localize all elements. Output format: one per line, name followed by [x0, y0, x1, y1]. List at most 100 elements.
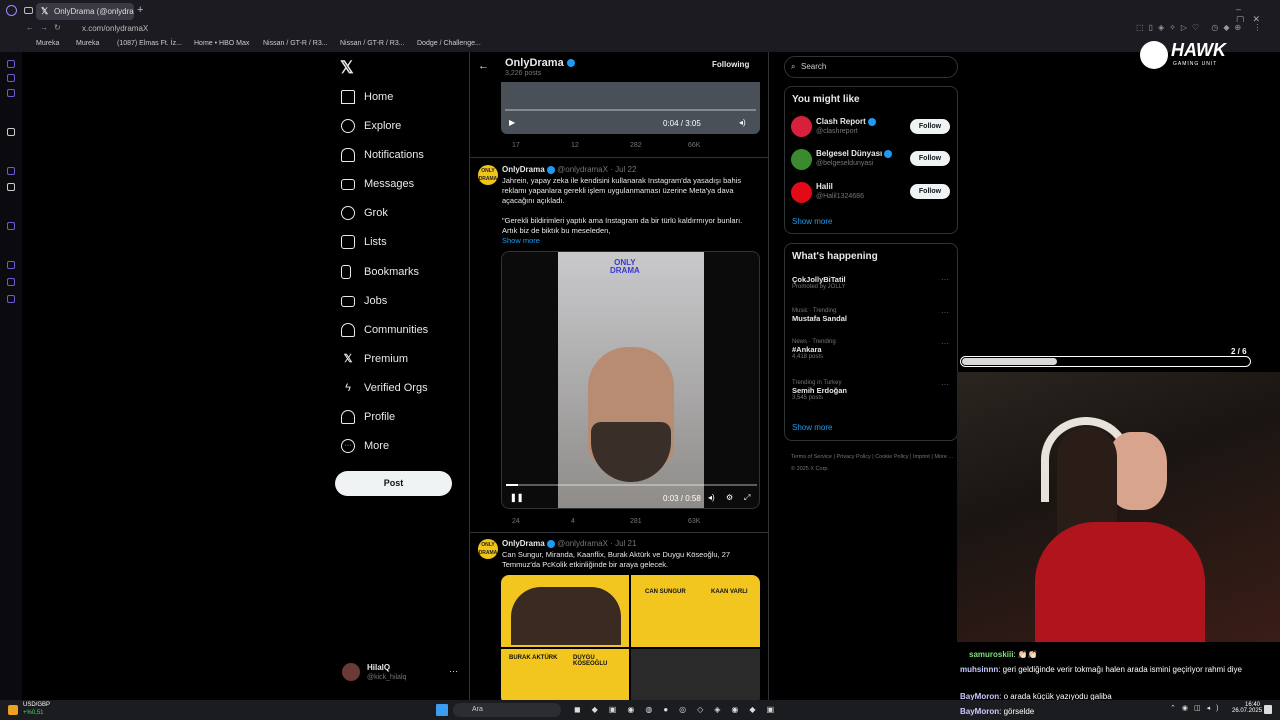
follow-button[interactable]: Follow [910, 119, 950, 134]
bookmark-item[interactable]: Mureka [76, 40, 99, 47]
sidebar-app-icon[interactable] [7, 295, 15, 303]
bookmark-item[interactable]: (1087) Elmas Ft. İz... [117, 40, 182, 47]
footer-link[interactable]: Privacy Policy [836, 454, 870, 460]
reply-count[interactable]: 24 [512, 518, 520, 525]
sidebar-app-icon[interactable] [7, 89, 15, 97]
image-tile[interactable]: BURAK AKTÜRK DUYGU KÖSEOĞLU [501, 649, 629, 700]
webcam-feed [957, 372, 1280, 642]
sidebar-app-icon[interactable] [7, 167, 15, 175]
trend-item[interactable]: Trending in Turkey Semih Erdoğan 3,545 p… [792, 380, 952, 401]
account-menu-icon[interactable]: ··· [449, 666, 458, 676]
repost-count[interactable]: 4 [571, 518, 575, 525]
sidebar-app-icon[interactable] [7, 60, 15, 68]
pause-icon[interactable]: ❚❚ [510, 493, 523, 502]
nav-explore[interactable]: Explore [341, 115, 401, 137]
start-icon[interactable] [436, 704, 448, 716]
nav-premium[interactable]: 𝕏 Premium [341, 348, 408, 370]
nav-bookmarks[interactable]: Bookmarks [341, 261, 419, 283]
bookmark-item[interactable]: Dodge / Challenge... [417, 40, 481, 47]
clock[interactable]: 16:40 26.07.2025 [1232, 702, 1262, 714]
image-grid[interactable]: CAN SUNGUR KAAN VARLI BURAK AKTÜRK DUYGU K… [501, 575, 760, 700]
footer-link[interactable]: Terms of Service [791, 454, 832, 460]
tab-overview-icon[interactable] [24, 7, 33, 14]
video-progress[interactable] [506, 484, 757, 486]
view-count[interactable]: 66K [688, 142, 700, 149]
sidebar-app-icon[interactable] [7, 261, 15, 269]
browser-logo-icon[interactable] [6, 5, 17, 16]
nav-jobs[interactable]: Jobs [341, 290, 387, 312]
bookmark-item[interactable]: Home • HBO Max [194, 40, 249, 47]
forward-icon[interactable]: → [40, 23, 48, 32]
tray-icons[interactable]: ⌃◉◫◂) [1170, 704, 1224, 712]
footer-link[interactable]: More ... [934, 454, 953, 460]
back-arrow-icon[interactable]: ← [478, 60, 489, 72]
trend-item[interactable]: ÇokJollyBiTatil Promoted by JOLLY [792, 275, 952, 290]
following-button[interactable]: Following [712, 60, 749, 69]
image-tile[interactable]: CAN SUNGUR KAAN VARLI [631, 575, 760, 647]
bookmark-item[interactable]: Nissan / GT-R / R3... [340, 40, 405, 47]
volume-icon[interactable]: ◂) [739, 118, 746, 127]
like-count[interactable]: 281 [630, 518, 642, 525]
volume-icon[interactable]: ◂) [708, 493, 715, 502]
nav-communities[interactable]: Communities [341, 319, 428, 341]
nav-profile[interactable]: Profile [341, 406, 395, 428]
play-icon[interactable]: ▶ [509, 118, 515, 127]
trend-menu-icon[interactable]: ··· [941, 380, 949, 389]
browser-toolbar-icons[interactable]: ⬚▯◈✧▷♡ ◷◆⊕ ⋮ [1136, 23, 1266, 32]
post-button[interactable]: Post [335, 471, 452, 496]
follow-button[interactable]: Follow [910, 151, 950, 166]
notification-icon[interactable] [1264, 705, 1272, 714]
nav-home[interactable]: Home [341, 86, 393, 108]
nav-grok[interactable]: Grok [341, 202, 388, 224]
trend-item[interactable]: News · Trending #Ankara 4,418 posts [792, 339, 952, 360]
chat-user: samuroskiii [969, 650, 1014, 659]
sidebar-app-icon[interactable] [7, 183, 15, 191]
view-count[interactable]: 63K [688, 518, 700, 525]
image-tile[interactable] [631, 649, 760, 700]
trend-item[interactable]: Music · Trending Mustafa Sandal [792, 308, 952, 323]
nav-more[interactable]: ··· More [341, 435, 389, 457]
repost-count[interactable]: 12 [571, 142, 579, 149]
sidebar-app-icon[interactable] [7, 74, 15, 82]
footer-link[interactable]: Cookie Policy [875, 454, 908, 460]
sidebar-app-icon[interactable] [7, 128, 15, 136]
reply-count[interactable]: 17 [512, 142, 520, 149]
trend-menu-icon[interactable]: ··· [941, 275, 949, 284]
account-handle: @kick_hilalq [367, 674, 407, 681]
nav-messages[interactable]: Messages [341, 173, 414, 195]
sidebar-app-icon[interactable] [7, 222, 15, 230]
follow-button[interactable]: Follow [910, 184, 950, 199]
like-count[interactable]: 282 [630, 142, 642, 149]
settings-icon[interactable]: ⚙ [726, 493, 733, 502]
account-switcher[interactable]: HilalQ @kick_hilalq ··· [342, 663, 462, 685]
fullscreen-icon[interactable]: ⤢ [744, 493, 750, 503]
sidebar-app-icon[interactable] [7, 278, 15, 286]
bookmark-item[interactable]: Mureka [36, 40, 59, 47]
show-more-link[interactable]: Show more [792, 217, 832, 226]
browser-tab[interactable]: 𝕏OnlyDrama (@onlydramaX [36, 3, 134, 20]
nav-notifications[interactable]: Notifications [341, 144, 424, 166]
show-more-link[interactable]: Show more [792, 423, 832, 432]
trend-menu-icon[interactable]: ··· [941, 308, 949, 317]
video-progress[interactable] [505, 109, 756, 111]
video-player[interactable]: ONLY DRAMA ❚❚ 0:03 / 0:58 ◂) ⚙ ⤢ [501, 251, 760, 509]
x-logo-icon[interactable]: 𝕏 [340, 58, 354, 78]
trend-menu-icon[interactable]: ··· [941, 339, 949, 348]
reload-icon[interactable]: ↻ [54, 23, 61, 32]
ticker-widget[interactable]: USD/GBP +%0,51 [8, 702, 58, 718]
show-more-link[interactable]: Show more [502, 236, 540, 245]
nav-lists[interactable]: Lists [341, 231, 387, 253]
nav-verified-orgs[interactable]: ϟ Verified Orgs [341, 377, 428, 399]
taskbar-apps[interactable]: ◼◆▣◉◍●◎◇◈◉◆▣ [574, 705, 785, 714]
new-tab-button[interactable]: + [137, 4, 143, 16]
search-input[interactable]: Search ⌕ [784, 56, 958, 78]
taskbar-search[interactable]: Ara [453, 703, 561, 717]
back-icon[interactable]: ← [26, 23, 34, 32]
video-player[interactable]: ▶ 0:04 / 3:05 ◂) [501, 82, 760, 134]
footer-link[interactable]: Imprint [913, 454, 930, 460]
bookmark-item[interactable]: Nissan / GT-R / R3... [263, 40, 328, 47]
bolt-icon: ϟ [345, 382, 351, 394]
suggest-name: Belgesel Dünyası [816, 149, 893, 158]
image-tile[interactable] [501, 575, 629, 647]
url-field[interactable]: x.com/onlydramaX [82, 24, 148, 33]
